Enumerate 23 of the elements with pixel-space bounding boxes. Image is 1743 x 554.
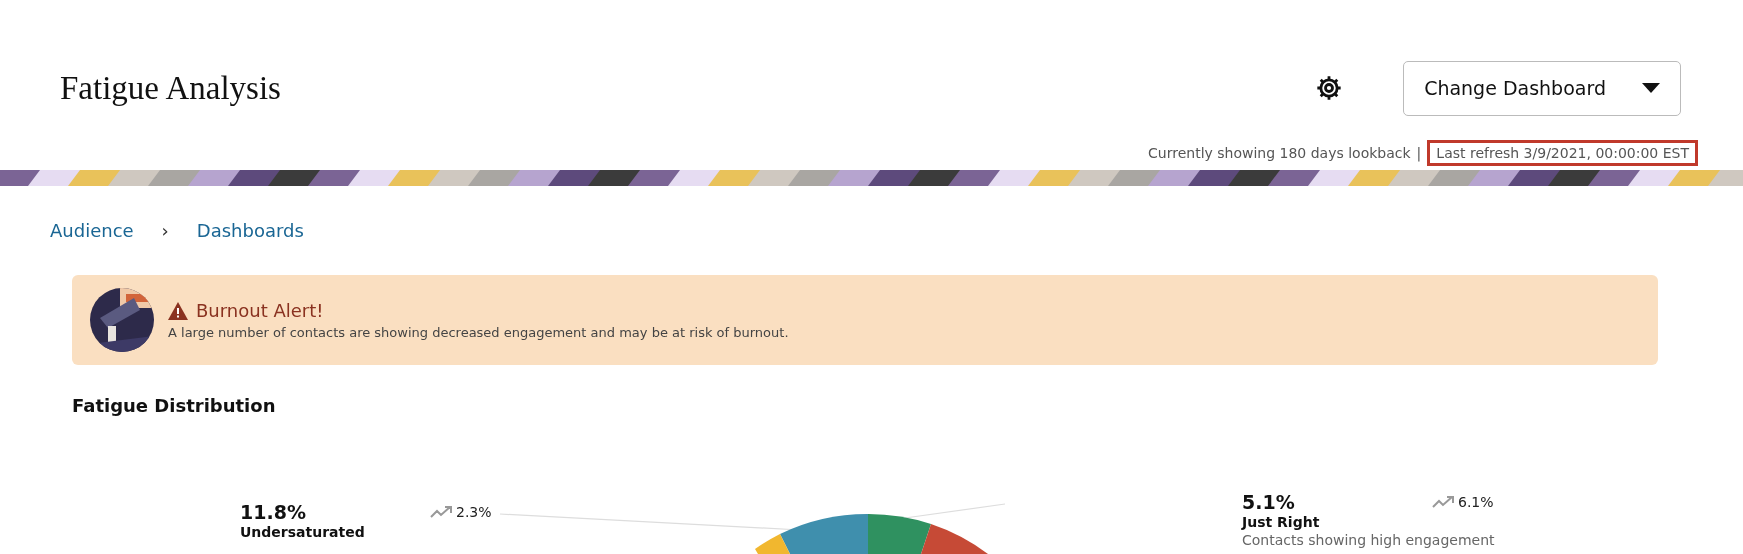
change-dashboard-dropdown[interactable]: Change Dashboard — [1403, 60, 1681, 116]
segment-name: Undersaturated — [240, 524, 366, 541]
alert-message: A large number of contacts are showing decreased engagement and may be at risk of burnout. — [168, 325, 789, 340]
warning-icon — [168, 301, 188, 320]
breadcrumb-link[interactable]: Audience — [50, 220, 134, 241]
trend-value: 6.1% — [1458, 494, 1494, 510]
segment-percent: 5.1% — [1242, 492, 1295, 512]
segment-percent: 11.8% — [240, 502, 306, 522]
trend-up-icon — [1432, 495, 1456, 509]
settings-icon[interactable] — [1315, 74, 1344, 102]
section-title: Fatigue Distribution — [72, 395, 277, 416]
alert-title: Burnout Alert! — [196, 300, 324, 321]
trend-value: 2.3% — [456, 504, 492, 520]
separator-text: | — [1416, 145, 1422, 161]
segment-name: Just Right — [1242, 514, 1321, 531]
trend-up-icon — [430, 505, 454, 519]
last-refresh-text: Last refresh 3/9/2021, 00:00:00 EST — [1427, 140, 1698, 166]
lookback-text: Currently showing 180 days lookback — [1148, 145, 1411, 161]
breadcrumb-link[interactable]: Dashboards — [196, 220, 304, 241]
caret-icon — [1642, 83, 1660, 93]
segment-description: Contacts showing high engagement — [1242, 531, 1495, 549]
breadcrumb-separator: › — [161, 220, 169, 241]
page-title: Fatigue Analysis — [60, 69, 282, 107]
